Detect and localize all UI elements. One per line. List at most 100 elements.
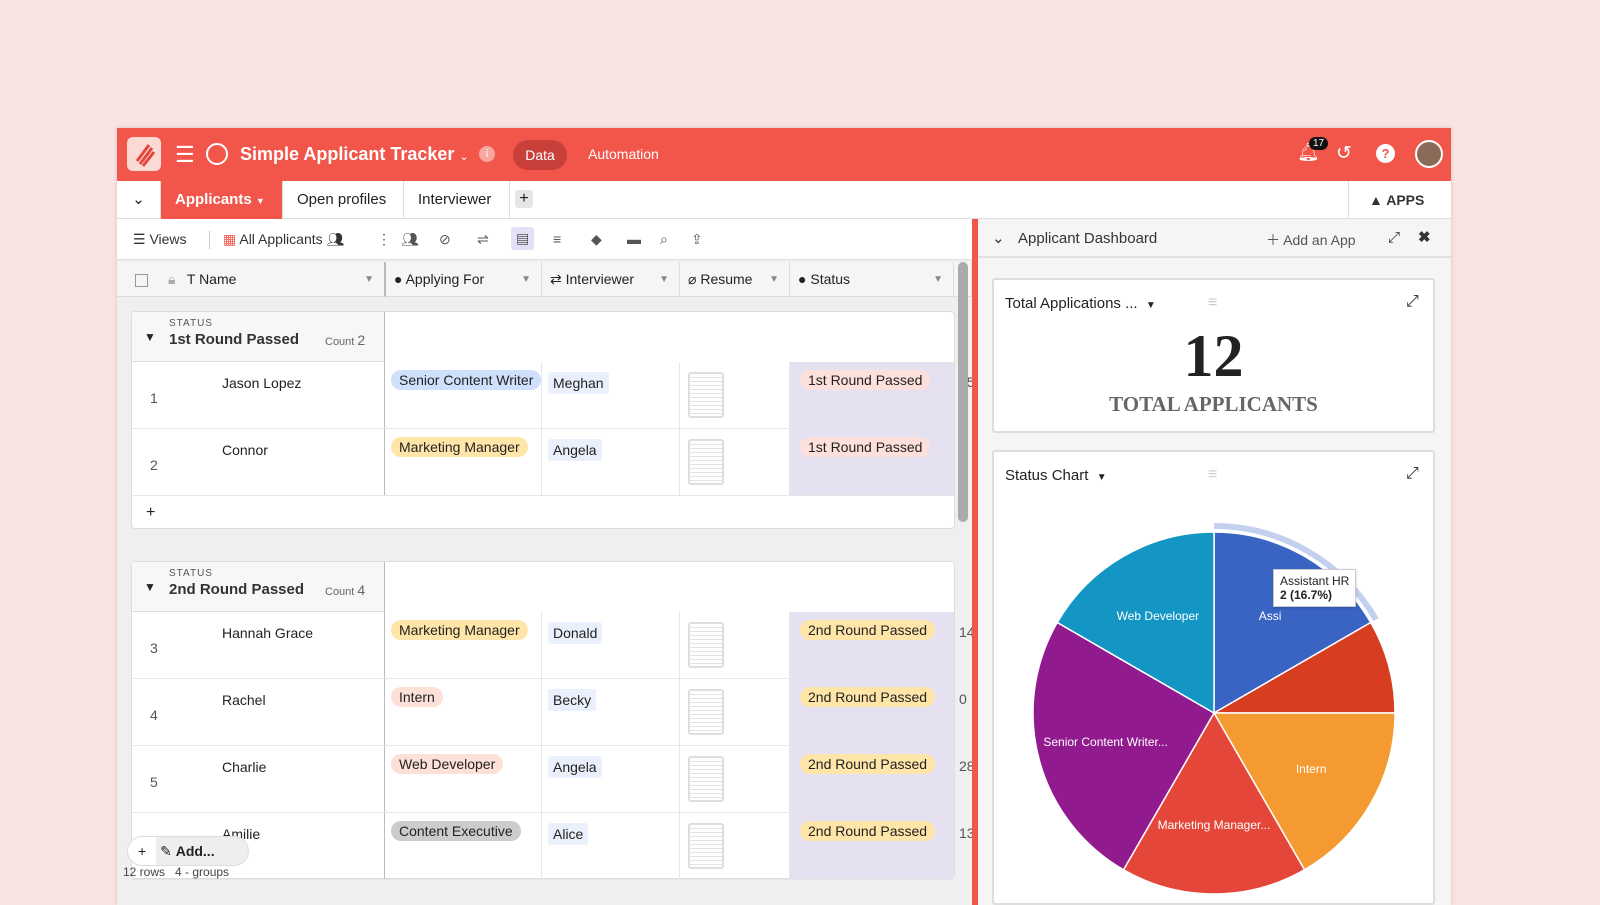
- group: ▼ STATUS 1st Round Passed Count 2 1 Jaso…: [131, 311, 955, 529]
- cell-name[interactable]: Rachel: [222, 692, 266, 708]
- view-toolbar: ☰ Views ▦ All Applicants 👥︎ ⋮ 👥︎ ⊘ ⇌ ▤ ≡…: [117, 219, 972, 260]
- resume-thumbnail[interactable]: [688, 439, 724, 485]
- color-fill-icon[interactable]: ◆: [591, 231, 602, 248]
- cell-interviewer[interactable]: Meghan: [548, 372, 609, 394]
- cell-name[interactable]: Jason Lopez: [222, 375, 301, 391]
- chart-tooltip: Assistant HR 2 (16.7%): [1273, 569, 1356, 607]
- cell-name[interactable]: Hannah Grace: [222, 625, 313, 641]
- app-logo[interactable]: [127, 137, 161, 171]
- table-row[interactable]: 5 Charlie Web Developer Angela 2nd Round…: [132, 746, 954, 813]
- column-header-status[interactable]: ● Status▼: [790, 262, 954, 297]
- cell-applying-for[interactable]: Content Executive: [391, 821, 521, 841]
- resume-thumbnail[interactable]: [688, 622, 724, 668]
- vertical-scrollbar[interactable]: [958, 262, 968, 522]
- card-title[interactable]: Total Applications ... ▼: [1005, 295, 1156, 312]
- resume-thumbnail[interactable]: [688, 756, 724, 802]
- add-app-button[interactable]: ＋ Add an App: [1266, 230, 1356, 250]
- app-window: ☰ Simple Applicant Tracker ⌄ i Data Auto…: [117, 128, 1451, 905]
- table-row[interactable]: 2 Connor Marketing Manager Angela 1st Ro…: [132, 429, 954, 496]
- search-icon[interactable]: ⌕: [660, 231, 668, 248]
- row-number: 4: [150, 707, 158, 723]
- collapse-chevron-icon[interactable]: ⌄: [117, 181, 161, 219]
- expand-icon[interactable]: ⤢: [1388, 229, 1400, 246]
- cell-interviewer[interactable]: Angela: [548, 439, 602, 461]
- count-label: Count: [325, 586, 354, 598]
- add-record-button[interactable]: + ✎ Add...: [127, 836, 249, 866]
- panel-collapse-icon[interactable]: ⌄: [992, 229, 1005, 247]
- tab-applicants[interactable]: Applicants ▼: [161, 181, 283, 219]
- nav-automation[interactable]: Automation: [588, 146, 659, 162]
- info-icon[interactable]: i: [479, 146, 495, 162]
- add-tab-button[interactable]: +: [515, 190, 533, 208]
- collapse-triangle-icon[interactable]: ▼: [144, 580, 156, 594]
- row-number: 5: [150, 774, 158, 790]
- notification-badge: 17: [1309, 137, 1328, 150]
- expand-icon[interactable]: ⤢: [1406, 293, 1419, 311]
- cell-name[interactable]: Charlie: [222, 759, 266, 775]
- cell-interviewer[interactable]: Donald: [548, 622, 602, 644]
- close-icon[interactable]: ✖: [1418, 228, 1431, 246]
- pie-label: Marketing Manager...: [1158, 818, 1271, 832]
- tab-open-profiles[interactable]: Open profiles: [283, 181, 404, 219]
- divider: [209, 231, 210, 249]
- cell-status[interactable]: 1st Round Passed: [800, 437, 930, 457]
- group-header[interactable]: ▼ STATUS 2nd Round Passed Count 4: [132, 562, 385, 612]
- table-row[interactable]: 3 Hannah Grace Marketing Manager Donald …: [132, 612, 954, 679]
- column-header-interviewer[interactable]: ⇄ Interviewer▼: [542, 262, 680, 297]
- table-row[interactable]: Amilie Content Executive Alice 2nd Round…: [132, 813, 954, 880]
- layout-icon[interactable]: ▬: [627, 231, 641, 247]
- share-users-icon[interactable]: 👥︎: [401, 231, 419, 248]
- group-name: 1st Round Passed: [169, 331, 299, 348]
- apps-button[interactable]: ▲ APPS: [1348, 181, 1424, 219]
- cell-interviewer[interactable]: Alice: [548, 823, 588, 845]
- cell-applying-for[interactable]: Marketing Manager: [391, 620, 528, 640]
- cell-interviewer[interactable]: Becky: [548, 689, 596, 711]
- cell-applying-for[interactable]: Senior Content Writer: [391, 370, 541, 390]
- table-row[interactable]: 1 Jason Lopez Senior Content Writer Megh…: [132, 362, 954, 429]
- cell-applying-for[interactable]: Intern: [391, 687, 443, 707]
- cell-status[interactable]: 2nd Round Passed: [800, 754, 935, 774]
- cell-name[interactable]: Connor: [222, 442, 268, 458]
- avatar[interactable]: [1415, 140, 1443, 168]
- export-icon[interactable]: ⇪: [691, 231, 703, 248]
- cell-status[interactable]: 2nd Round Passed: [800, 620, 935, 640]
- table-tabs: ⌄ Applicants ▼ Open profiles Interviewer…: [117, 181, 1451, 219]
- menu-icon[interactable]: ☰: [175, 142, 195, 168]
- panel-title: Applicant Dashboard: [1018, 230, 1157, 247]
- filter-icon[interactable]: ≡: [553, 231, 561, 247]
- app-title[interactable]: Simple Applicant Tracker ⌄: [240, 144, 469, 165]
- resume-thumbnail[interactable]: [688, 689, 724, 735]
- cell-status[interactable]: 2nd Round Passed: [800, 687, 935, 707]
- cell-status[interactable]: 1st Round Passed: [800, 370, 930, 390]
- help-icon[interactable]: ?: [1376, 144, 1395, 163]
- adjust-icon[interactable]: ⇌: [477, 231, 489, 248]
- table-row[interactable]: 4 Rachel Intern Becky 2nd Round Passed 0: [132, 679, 954, 746]
- column-header-applying-for[interactable]: ● Applying For▼: [386, 262, 542, 297]
- nav-data[interactable]: Data: [513, 140, 567, 170]
- history-icon[interactable]: ↺: [1336, 142, 1352, 165]
- view-selector[interactable]: ▦ All Applicants 👥︎: [223, 231, 344, 248]
- collapse-triangle-icon[interactable]: ▼: [144, 330, 156, 344]
- hide-fields-icon[interactable]: ⊘: [439, 231, 451, 248]
- group-header[interactable]: ▼ STATUS 1st Round Passed Count 2: [132, 312, 385, 362]
- cell-applying-for[interactable]: Marketing Manager: [391, 437, 528, 457]
- row-height-icon[interactable]: ▤: [511, 227, 534, 250]
- column-header-name[interactable]: 🔒︎ T Name▼: [117, 262, 386, 297]
- pie-label: Assi: [1259, 609, 1282, 623]
- cell-extra: 0: [959, 691, 967, 707]
- count-value: 2: [357, 332, 365, 348]
- drag-handle-icon[interactable]: ≡: [1208, 294, 1217, 312]
- cell-interviewer[interactable]: Angela: [548, 756, 602, 778]
- resume-thumbnail[interactable]: [688, 372, 724, 418]
- cell-applying-for[interactable]: Web Developer: [391, 754, 503, 774]
- pie-label: Intern: [1296, 762, 1327, 776]
- more-icon[interactable]: ⋮: [377, 231, 391, 248]
- cell-status[interactable]: 2nd Round Passed: [800, 821, 935, 841]
- pie-label: Web Developer: [1117, 609, 1200, 623]
- tab-interviewer[interactable]: Interviewer: [404, 181, 510, 219]
- top-bar: ☰ Simple Applicant Tracker ⌄ i Data Auto…: [117, 128, 1451, 181]
- add-row-button[interactable]: +: [146, 504, 155, 522]
- resume-thumbnail[interactable]: [688, 823, 724, 869]
- views-button[interactable]: ☰ Views: [133, 231, 187, 248]
- column-header-resume[interactable]: ⌀ Resume▼: [680, 262, 790, 297]
